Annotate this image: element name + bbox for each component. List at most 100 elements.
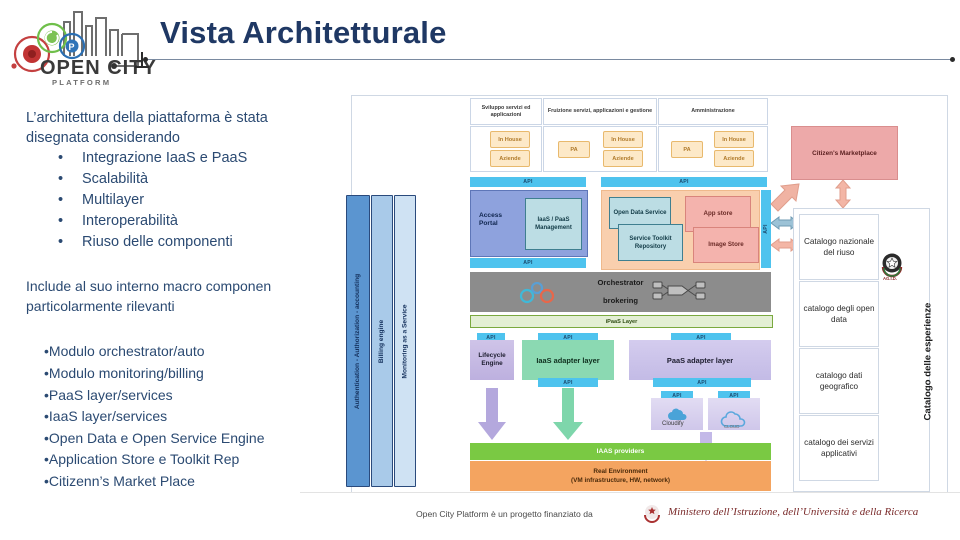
bullet-label: Multilayer [82, 192, 145, 208]
actor-pill-in-house: In House [490, 131, 530, 148]
orchestrator-band: Orchestrator brokering [470, 272, 771, 312]
sidebar-billing-label: Billing engine [378, 319, 386, 363]
actor-pill-aziende: Aziende [603, 150, 643, 167]
cloudify-provider-box: Cloudify [651, 398, 703, 430]
ministry-name: Ministero dell’Istruzione, dell’Universi… [668, 506, 919, 518]
actor-pill-aziende: Aziende [490, 150, 530, 167]
catalog-open-data: catalogo degli open data [799, 281, 879, 347]
citizens-marketplace-box: Citizen's Marketplace [791, 126, 898, 180]
cloud-icon: CLOUD [720, 411, 746, 429]
bullet-item: •Application Store e Toolkit Rep [44, 448, 344, 470]
actor-header-label: Sviluppo servizi ed applicazioni [481, 104, 531, 118]
real-environment-line2: (VM infrastructure, HW, network) [570, 477, 671, 484]
actor-header-label: Fruizione servizi, applicazioni e gestio… [547, 108, 653, 114]
sidebar-monitoring-label: Monitoring as a Service [401, 303, 409, 379]
bullet-glyph: • [58, 192, 64, 208]
actor-header-label: Amministrazione [691, 108, 735, 114]
bullet-label: Riuso delle componenti [82, 234, 233, 250]
bullet-item: • Riuso delle componenti [44, 232, 344, 253]
api-bar-iaas-adapter-bottom: API [538, 378, 598, 387]
actor-pill-in-house: In House [714, 131, 754, 148]
intro-paragraph: L’architettura della piattaforma è stata… [26, 110, 268, 146]
image-store-box: Image Store [693, 227, 759, 263]
svg-text:P: P [69, 42, 75, 52]
brokering-rings-icon [519, 282, 555, 304]
bullet-label: Scalabilità [82, 171, 149, 187]
pill-label: In House [498, 136, 522, 143]
bullet-label: Modulo orchestrator/auto [48, 343, 205, 359]
actor-pill-pa: PA [558, 141, 590, 158]
sidebar-authentication-label: Authentication - Authorization - account… [354, 273, 362, 409]
bullet-label: Integrazione IaaS e PaaS [82, 150, 248, 166]
bullet-label: IaaS layer/services [48, 408, 168, 424]
rule-tick-horizontal [135, 66, 149, 68]
bullet-item: • Integrazione IaaS e PaaS [44, 148, 344, 169]
agid-emblem: AG.I.D. [879, 250, 905, 282]
actor-header-sviluppo: Sviluppo servizi ed applicazioni [470, 98, 542, 125]
catalog-servizi-applicativi: catalogo dei servizi applicativi [799, 415, 879, 481]
bullet-glyph: • [58, 234, 64, 250]
orchestrator-label: Orchestrator [597, 278, 644, 287]
cloud-provider-box: CLOUD [708, 398, 760, 430]
bullet-glyph: • [58, 213, 64, 229]
iaas-paas-management-box: IaaS / PaaS Management [525, 198, 582, 250]
bullet-item: •Modulo orchestrator/auto [44, 340, 344, 362]
pill-label: PA [683, 146, 691, 153]
catalog-nazionale-riuso: Catalogo nazionale del riuso [799, 214, 879, 280]
actor-header-fruizione: Fruizione servizi, applicazioni e gestio… [543, 98, 657, 125]
paas-adapter-layer-box: PaaS adapter layer [629, 340, 771, 380]
iaas-adapter-layer-box: IaaS adapter layer [522, 340, 614, 380]
lifecycle-engine-box: Lifecycle Engine [470, 340, 514, 380]
bullet-label: Interoperabilità [82, 213, 178, 229]
svg-text:OPEN CITY: OPEN CITY [40, 57, 157, 79]
bullet-item: •IaaS layer/services [44, 405, 344, 427]
svg-text:Cloudify: Cloudify [662, 421, 684, 427]
catalog-dati-geografico: catalogo dati geografico [799, 348, 879, 414]
ipaas-layer-band: iPaaS Layer [470, 315, 773, 328]
title-divider [143, 57, 955, 62]
bullet-label: PaaS layer/services [48, 387, 173, 403]
bullet-label: Open Data e Open Service Engine [48, 430, 265, 446]
open-city-platform-logo: P OPEN CITY PLATFORM [6, 4, 164, 90]
pill-label: PA [570, 146, 578, 153]
pill-label: In House [722, 136, 746, 143]
pill-label: Aziende [499, 155, 521, 162]
bullet-glyph: • [58, 150, 64, 166]
service-toolkit-repository-box: Service Toolkit Repository [618, 224, 683, 261]
real-environment-band: Real Environment (VM infrastructure, HW,… [470, 461, 771, 491]
network-nodes-icon [652, 281, 706, 300]
bullet-glyph: • [58, 171, 64, 187]
bullet-label: Application Store e Toolkit Rep [48, 451, 240, 467]
svg-text:CLOUD: CLOUD [724, 424, 739, 429]
iaas-providers-band: IAAS providers [470, 443, 771, 460]
bullet-label: Modulo monitoring/billing [48, 365, 204, 381]
sidebar-authentication: Authentication - Authorization - account… [346, 195, 370, 487]
arrow-lifecycle-down [478, 388, 506, 440]
api-bar-paas-adapter-bottom: API [653, 378, 751, 387]
bullet-item: • Interoperabilità [44, 211, 344, 232]
footer-text: Open City Platform è un progetto finanzi… [416, 509, 593, 519]
access-portal-label: Access Portal [479, 212, 503, 227]
macro-components-paragraph: Include al suo interno macro componen pa… [26, 278, 272, 314]
slide-root: P OPEN CITY PLATFORM Vista Architettural… [0, 0, 960, 540]
bullet-item: •Citizenn’s Market Place [44, 470, 344, 492]
api-bar-portal-bottom: API [470, 258, 586, 268]
catalog-side-label: Catalogo delle esperienze [922, 302, 934, 421]
page-title: Vista Architetturale [160, 15, 447, 50]
pill-label: Aziende [612, 155, 634, 162]
actor-pill-aziende: Aziende [714, 150, 754, 167]
arrow-iaas-down [553, 388, 583, 440]
actor-pill-pa: PA [671, 141, 703, 158]
arrow-marketplace-vertical [835, 180, 851, 208]
agid-label: AG.I.D. [883, 276, 897, 281]
bullet-item: •Open Data e Open Service Engine [44, 427, 344, 449]
api-bar-portal-top: API [470, 177, 586, 187]
real-environment-line1: Real Environment [593, 468, 648, 475]
api-bar-services-top: API [601, 177, 767, 187]
svg-text:PLATFORM: PLATFORM [52, 78, 111, 87]
sidebar-billing-engine: Billing engine [371, 195, 393, 487]
pill-label: Aziende [723, 155, 745, 162]
bullet-item: •Modulo monitoring/billing [44, 362, 344, 384]
bullet-item: • Scalabilità [44, 169, 344, 190]
pill-label: In House [611, 136, 635, 143]
